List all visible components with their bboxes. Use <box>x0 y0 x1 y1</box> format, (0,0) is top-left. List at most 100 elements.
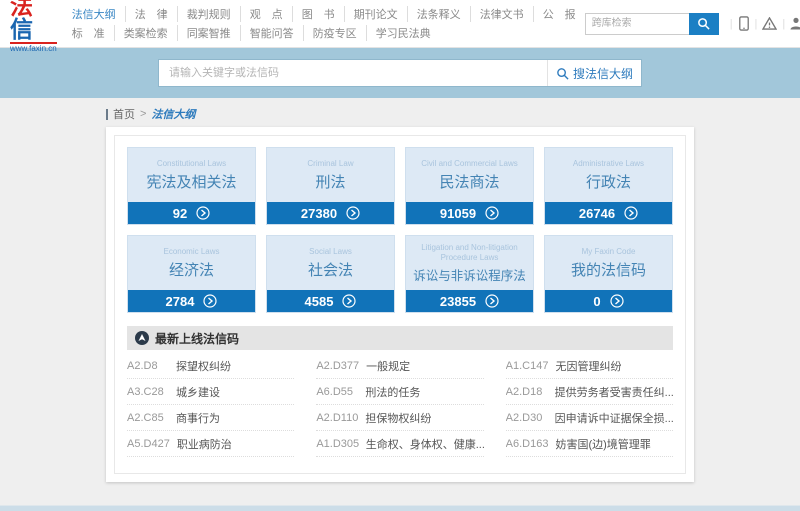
arrow-circle-icon[interactable] <box>346 206 360 220</box>
header-right: | | | 登录 | 注册 <box>584 8 800 40</box>
arrow-circle-icon[interactable] <box>610 294 624 308</box>
login-link[interactable]: 登录 <box>790 8 800 40</box>
latest-code-item[interactable]: A2.D110 担保物权纠纷 <box>316 405 484 431</box>
category-card[interactable]: Litigation and Non-litigation Procedure … <box>405 235 534 313</box>
category-card-footer[interactable]: 91059 <box>406 202 533 224</box>
category-name-en: Administrative Laws <box>572 158 645 168</box>
category-count: 92 <box>172 205 188 221</box>
content-panel: Constitutional Laws 宪法及相关法 92 Criminal L… <box>106 127 694 482</box>
code-number: A2.C85 <box>127 412 164 424</box>
code-number: A6.D163 <box>505 438 549 450</box>
arrow-circle-icon[interactable] <box>485 294 499 308</box>
arrow-circle-icon[interactable] <box>196 206 210 220</box>
category-card-body: Criminal Law 刑法 <box>267 148 394 202</box>
code-number: A2.D30 <box>505 412 543 424</box>
breadcrumb-home[interactable]: 首页 <box>113 106 135 122</box>
nav-item[interactable]: 公 报 <box>534 6 585 22</box>
category-card-body: Constitutional Laws 宪法及相关法 <box>128 148 255 202</box>
nav-item[interactable]: 学习民法典 <box>367 25 440 41</box>
arrow-circle-icon[interactable] <box>624 206 638 220</box>
category-card-body: My Faxin Code 我的法信码 <box>545 236 672 290</box>
category-card[interactable]: Civil and Commercial Laws 民法商法 91059 <box>405 147 534 225</box>
code-label: 一般规定 <box>366 361 411 373</box>
latest-code-item[interactable]: A2.D8 探望权纠纷 <box>127 353 295 379</box>
category-card[interactable]: Administrative Laws 行政法 26746 <box>544 147 673 225</box>
category-card[interactable]: My Faxin Code 我的法信码 0 <box>544 235 673 313</box>
category-card[interactable]: Economic Laws 经济法 2784 <box>127 235 256 313</box>
category-card[interactable]: Social Laws 社会法 4585 <box>266 235 395 313</box>
category-name-zh: 诉讼与非诉讼程序法 <box>413 268 526 283</box>
category-card-footer[interactable]: 92 <box>128 202 255 224</box>
main-search-button[interactable]: 搜法信大纲 <box>547 60 641 86</box>
latest-code-item[interactable]: A2.D377 一般规定 <box>316 353 484 379</box>
category-card-footer[interactable]: 26746 <box>545 202 672 224</box>
nav-item[interactable]: 裁判规则 <box>178 6 241 22</box>
category-card-body: Social Laws 社会法 <box>267 236 394 290</box>
category-name-en: Criminal Law <box>307 158 354 168</box>
latest-code-item[interactable]: A6.D55 刑法的任务 <box>316 379 484 405</box>
breadcrumb-current: 法信大纲 <box>151 109 196 121</box>
nav-item[interactable]: 观 点 <box>241 6 293 22</box>
nav-item[interactable]: 智能问答 <box>241 25 304 41</box>
nav-item[interactable]: 类案检索 <box>115 25 178 41</box>
latest-code-item[interactable]: A6.D163 妨害国(边)境管理罪 <box>505 431 673 457</box>
main-search-input[interactable] <box>159 60 547 86</box>
nav-item[interactable]: 法律文书 <box>471 6 534 22</box>
quick-search-input[interactable] <box>584 12 689 35</box>
nav-item[interactable]: 同案智推 <box>178 25 241 41</box>
category-card-footer[interactable]: 0 <box>545 290 672 312</box>
arrow-circle-icon[interactable] <box>203 294 218 308</box>
category-name-zh: 我的法信码 <box>570 261 646 279</box>
nav-item[interactable]: 法 律 <box>126 6 178 22</box>
category-card-footer[interactable]: 27380 <box>267 202 394 224</box>
category-cards: Constitutional Laws 宪法及相关法 92 Criminal L… <box>127 147 673 313</box>
arrow-circle-icon[interactable] <box>485 206 499 220</box>
category-count: 27380 <box>300 205 338 221</box>
search-icon <box>556 67 569 80</box>
category-count: 4585 <box>304 293 334 309</box>
category-card[interactable]: Constitutional Laws 宪法及相关法 92 <box>127 147 256 225</box>
breadcrumb-separator: > <box>140 108 147 120</box>
alert-triangle-icon[interactable] <box>762 17 778 30</box>
arrow-circle-icon[interactable] <box>342 294 357 308</box>
code-label: 提供劳务者受害责任纠... <box>554 387 673 399</box>
nav-item[interactable]: 防疫专区 <box>304 25 367 41</box>
faxin-code-icon <box>135 331 149 345</box>
nav-item[interactable]: 图 书 <box>293 6 345 22</box>
divider: | <box>754 17 758 30</box>
code-number: A2.D18 <box>505 386 543 398</box>
code-label: 城乡建设 <box>176 387 220 399</box>
quick-search <box>584 12 719 35</box>
category-card-footer[interactable]: 2784 <box>128 290 255 312</box>
faxin-logo[interactable]: 法信 www.faxin.cn <box>10 0 57 53</box>
latest-code-item[interactable]: A2.D30 因申请诉中证据保全损... <box>505 405 673 431</box>
nav-item[interactable]: 标 准 <box>63 25 115 41</box>
latest-code-item[interactable]: A2.C85 商事行为 <box>127 405 295 431</box>
code-label: 担保物权纠纷 <box>365 413 432 425</box>
header-icons: | | | 登录 | 注册 <box>725 8 800 40</box>
category-name-zh: 宪法及相关法 <box>146 173 237 191</box>
latest-code-item[interactable]: A5.D427 职业病防治 <box>127 431 295 457</box>
latest-code-item[interactable]: A2.D18 提供劳务者受害责任纠... <box>505 379 673 405</box>
nav-item[interactable]: 法信大纲 <box>63 6 126 22</box>
latest-code-item[interactable]: A1.C147 无因管理纠纷 <box>505 353 673 379</box>
category-name-zh: 社会法 <box>307 261 353 279</box>
category-name-zh: 行政法 <box>585 173 631 191</box>
nav-item[interactable]: 法条释义 <box>408 6 471 22</box>
category-count: 23855 <box>439 293 477 309</box>
code-label: 刑法的任务 <box>365 387 421 399</box>
category-card-body: Civil and Commercial Laws 民法商法 <box>406 148 533 202</box>
latest-code-item[interactable]: A3.C28 城乡建设 <box>127 379 295 405</box>
mobile-icon[interactable] <box>738 16 750 31</box>
breadcrumb: 首页 > 法信大纲 <box>106 106 800 122</box>
nav-item[interactable]: 期刊论文 <box>345 6 408 22</box>
code-number: A3.C28 <box>127 386 164 398</box>
main-search: 搜法信大纲 <box>158 59 642 87</box>
search-icon <box>697 17 710 30</box>
latest-code-list: A2.D8 探望权纠纷 A2.D377 一般规定 A1.C147 无因管理纠纷 … <box>127 353 673 457</box>
category-card[interactable]: Criminal Law 刑法 27380 <box>266 147 395 225</box>
category-card-footer[interactable]: 4585 <box>267 290 394 312</box>
category-card-footer[interactable]: 23855 <box>406 290 533 312</box>
latest-code-item[interactable]: A1.D305 生命权、身体权、健康... <box>316 431 484 457</box>
quick-search-button[interactable] <box>688 12 719 35</box>
